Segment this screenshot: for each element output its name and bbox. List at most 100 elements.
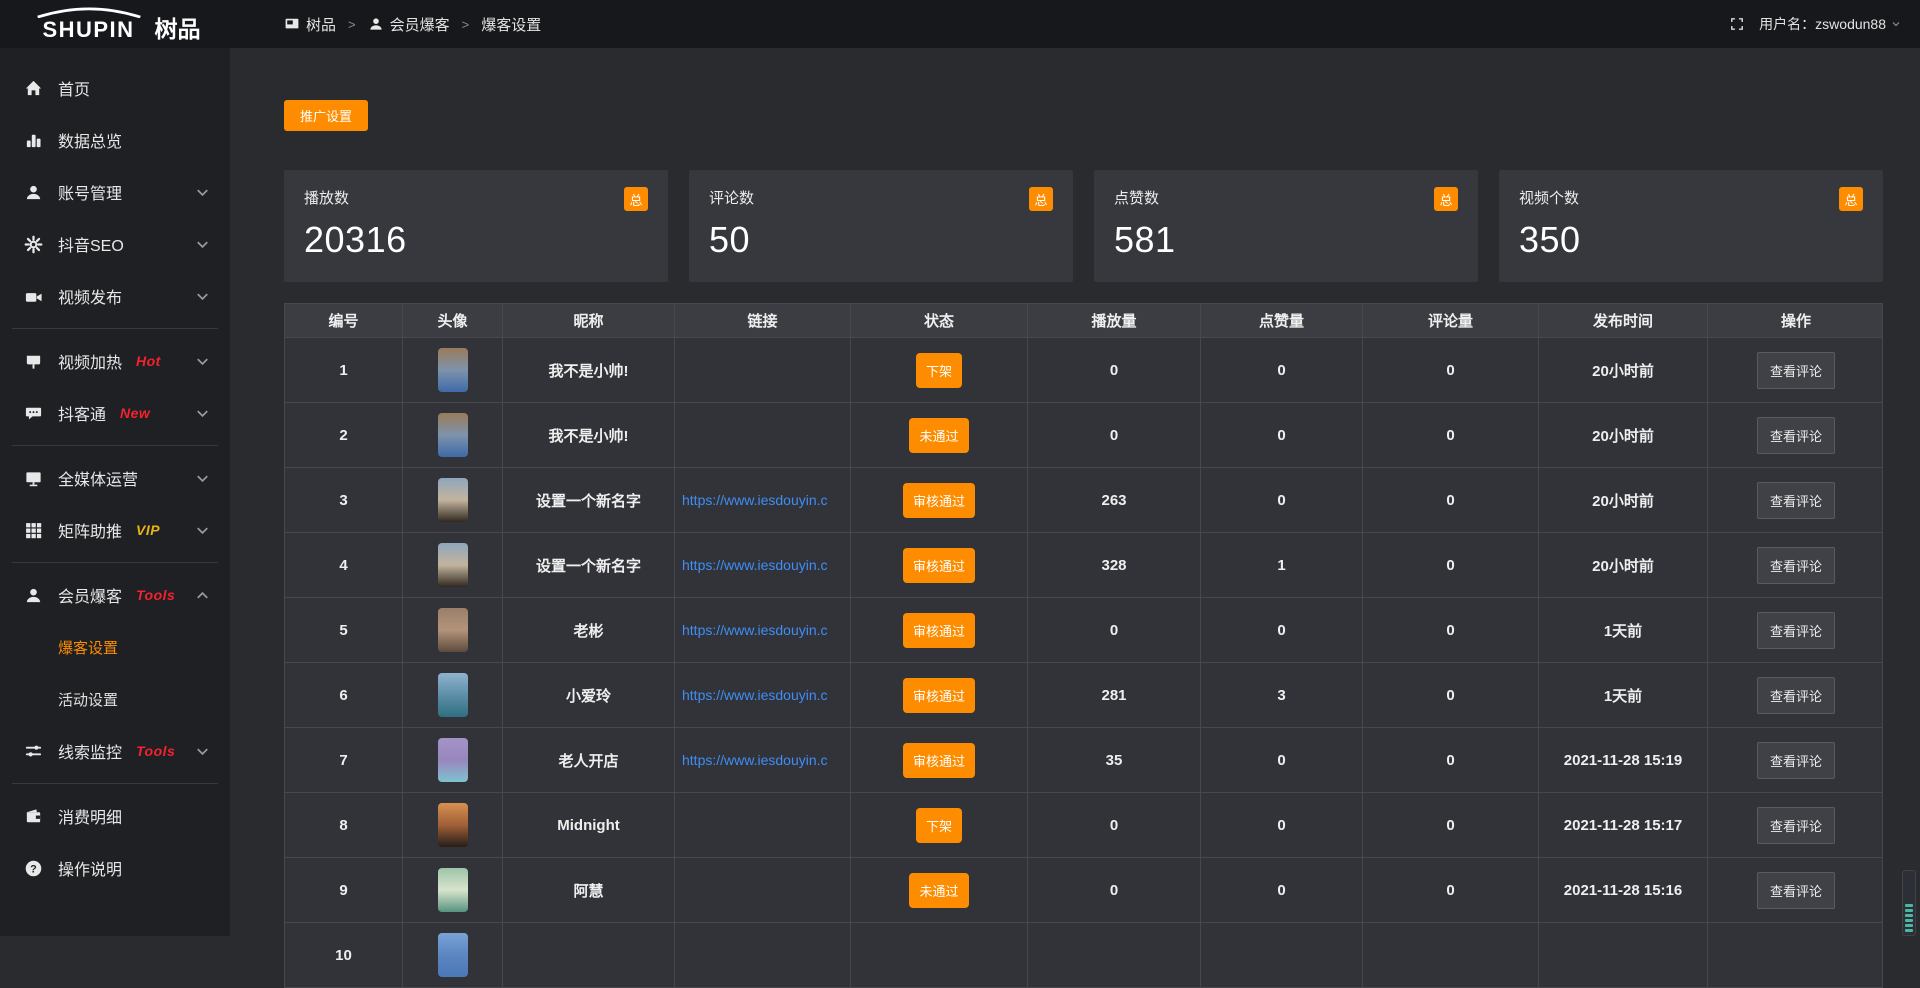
view-comments-button[interactable]: 查看评论 bbox=[1757, 872, 1835, 909]
status-button[interactable]: 未通过 bbox=[909, 873, 968, 908]
stat-card: 点赞数 总 581 bbox=[1094, 170, 1478, 282]
sidebar-item-operation-guide[interactable]: ?操作说明 bbox=[0, 842, 230, 894]
status-button[interactable]: 未通过 bbox=[909, 418, 968, 453]
sidebar-item-video-publish[interactable]: 视频发布 bbox=[0, 270, 230, 322]
view-comments-button[interactable]: 查看评论 bbox=[1757, 677, 1835, 714]
cell-action: 查看评论 bbox=[1708, 598, 1884, 662]
profile-link[interactable]: https://www.iesdouyin.c bbox=[682, 687, 828, 703]
profile-link[interactable]: https://www.iesdouyin.c bbox=[682, 622, 828, 638]
sidebar-item-member-baoke[interactable]: 会员爆客Tools bbox=[0, 569, 230, 621]
cell-id: 7 bbox=[285, 728, 403, 792]
sidebar-item-home[interactable]: 首页 bbox=[0, 62, 230, 114]
breadcrumb-item-2[interactable]: 会员爆客 bbox=[368, 14, 450, 35]
stat-card-value: 581 bbox=[1114, 219, 1458, 261]
stat-card-label: 点赞数 bbox=[1114, 187, 1159, 208]
avatar bbox=[438, 608, 468, 652]
profile-link[interactable]: https://www.iesdouyin.c bbox=[682, 557, 828, 573]
chevron-down-icon bbox=[193, 352, 212, 371]
wallet-icon bbox=[24, 807, 43, 826]
cell-likes: 0 bbox=[1201, 403, 1363, 467]
cell-nickname: 我不是小帅! bbox=[503, 403, 675, 467]
sidebar-item-data-overview[interactable]: 数据总览 bbox=[0, 114, 230, 166]
cell-avatar bbox=[403, 663, 503, 727]
view-comments-button[interactable]: 查看评论 bbox=[1757, 612, 1835, 649]
user-icon bbox=[368, 16, 384, 32]
scrollbar-stripe bbox=[1905, 909, 1913, 912]
stat-card-value: 20316 bbox=[304, 219, 648, 261]
sidebar-item-media-operation[interactable]: 全媒体运营 bbox=[0, 452, 230, 504]
status-button[interactable]: 审核通过 bbox=[903, 548, 975, 583]
cell-status: 未通过 bbox=[851, 403, 1028, 467]
view-comments-button[interactable]: 查看评论 bbox=[1757, 742, 1835, 779]
user-icon bbox=[24, 183, 43, 202]
cell-id: 9 bbox=[285, 858, 403, 922]
cell-status bbox=[851, 923, 1028, 987]
cell-nickname: 老彬 bbox=[503, 598, 675, 662]
sidebar-subitem-activity-settings[interactable]: 活动设置 bbox=[0, 673, 230, 725]
logo: SHUPIN 树品 bbox=[0, 4, 230, 44]
cell-link: https://www.iesdouyin.c bbox=[675, 598, 851, 662]
table-row: 7老人开店https://www.iesdouyin.c审核通过35002021… bbox=[285, 728, 1882, 793]
sidebar-item-video-heat[interactable]: 视频加热Hot bbox=[0, 335, 230, 387]
sidebar-item-account-manage[interactable]: 账号管理 bbox=[0, 166, 230, 218]
status-button[interactable]: 审核通过 bbox=[903, 613, 975, 648]
breadcrumb-item-3[interactable]: 爆客设置 bbox=[481, 14, 541, 35]
cell-avatar bbox=[403, 858, 503, 922]
profile-link[interactable]: https://www.iesdouyin.c bbox=[682, 492, 828, 508]
cell-time: 20小时前 bbox=[1539, 338, 1708, 402]
sidebar-item-consume-detail[interactable]: 消费明细 bbox=[0, 790, 230, 842]
total-badge[interactable]: 总 bbox=[1029, 187, 1053, 211]
column-header: 播放量 bbox=[1028, 304, 1201, 337]
chevron-down-icon bbox=[193, 742, 212, 761]
sidebar-item-douyin-seo[interactable]: 抖音SEO bbox=[0, 218, 230, 270]
data-table: 编号头像昵称链接状态播放量点赞量评论量发布时间操作1我不是小帅!下架00020小… bbox=[284, 303, 1883, 988]
username-menu[interactable]: 用户名：zswodun88 bbox=[1759, 14, 1902, 34]
cell-link bbox=[675, 403, 851, 467]
breadcrumb-item-1[interactable]: 树品 bbox=[284, 14, 336, 35]
profile-link[interactable]: https://www.iesdouyin.c bbox=[682, 752, 828, 768]
view-comments-button[interactable]: 查看评论 bbox=[1757, 482, 1835, 519]
cell-avatar bbox=[403, 793, 503, 857]
view-comments-button[interactable]: 查看评论 bbox=[1757, 547, 1835, 584]
scrollbar-widget[interactable] bbox=[1902, 870, 1916, 936]
breadcrumb-label: 爆客设置 bbox=[481, 14, 541, 35]
sidebar-item-matrix-boost[interactable]: 矩阵助推VIP bbox=[0, 504, 230, 556]
column-header: 状态 bbox=[851, 304, 1028, 337]
sidebar-subitem-baoke-settings[interactable]: 爆客设置 bbox=[0, 621, 230, 673]
status-button[interactable]: 审核通过 bbox=[903, 483, 975, 518]
total-badge[interactable]: 总 bbox=[624, 187, 648, 211]
status-button[interactable]: 审核通过 bbox=[903, 743, 975, 778]
view-comments-button[interactable]: 查看评论 bbox=[1757, 352, 1835, 389]
cell-link: https://www.iesdouyin.c bbox=[675, 663, 851, 727]
stat-card-label: 评论数 bbox=[709, 187, 754, 208]
status-button[interactable]: 下架 bbox=[916, 808, 962, 843]
sidebar-item-douketong[interactable]: 抖客通New bbox=[0, 387, 230, 439]
view-comments-button[interactable]: 查看评论 bbox=[1757, 807, 1835, 844]
cell-plays: 0 bbox=[1028, 793, 1201, 857]
cell-nickname: 老人开店 bbox=[503, 728, 675, 792]
sidebar-item-label: 全媒体运营 bbox=[58, 466, 138, 490]
cell-avatar bbox=[403, 728, 503, 792]
sidebar-item-clue-monitor[interactable]: 线索监控Tools bbox=[0, 725, 230, 777]
cell-plays: 0 bbox=[1028, 403, 1201, 467]
chart-icon bbox=[24, 131, 43, 150]
promo-settings-button[interactable]: 推广设置 bbox=[284, 100, 368, 131]
cell-link bbox=[675, 338, 851, 402]
cell-comments: 0 bbox=[1363, 338, 1539, 402]
view-comments-button[interactable]: 查看评论 bbox=[1757, 417, 1835, 454]
total-badge[interactable]: 总 bbox=[1839, 187, 1863, 211]
cell-id: 5 bbox=[285, 598, 403, 662]
cell-likes: 0 bbox=[1201, 793, 1363, 857]
cell-nickname: 设置一个新名字 bbox=[503, 533, 675, 597]
breadcrumb-label: 会员爆客 bbox=[390, 14, 450, 35]
fullscreen-icon[interactable] bbox=[1729, 16, 1745, 32]
cell-likes: 1 bbox=[1201, 533, 1363, 597]
total-badge[interactable]: 总 bbox=[1434, 187, 1458, 211]
status-button[interactable]: 审核通过 bbox=[903, 678, 975, 713]
cell-id: 2 bbox=[285, 403, 403, 467]
cell-plays: 0 bbox=[1028, 858, 1201, 922]
status-button[interactable]: 下架 bbox=[916, 353, 962, 388]
chevron-down-icon bbox=[193, 404, 212, 423]
table-row: 1我不是小帅!下架00020小时前查看评论 bbox=[285, 338, 1882, 403]
column-header: 点赞量 bbox=[1201, 304, 1363, 337]
